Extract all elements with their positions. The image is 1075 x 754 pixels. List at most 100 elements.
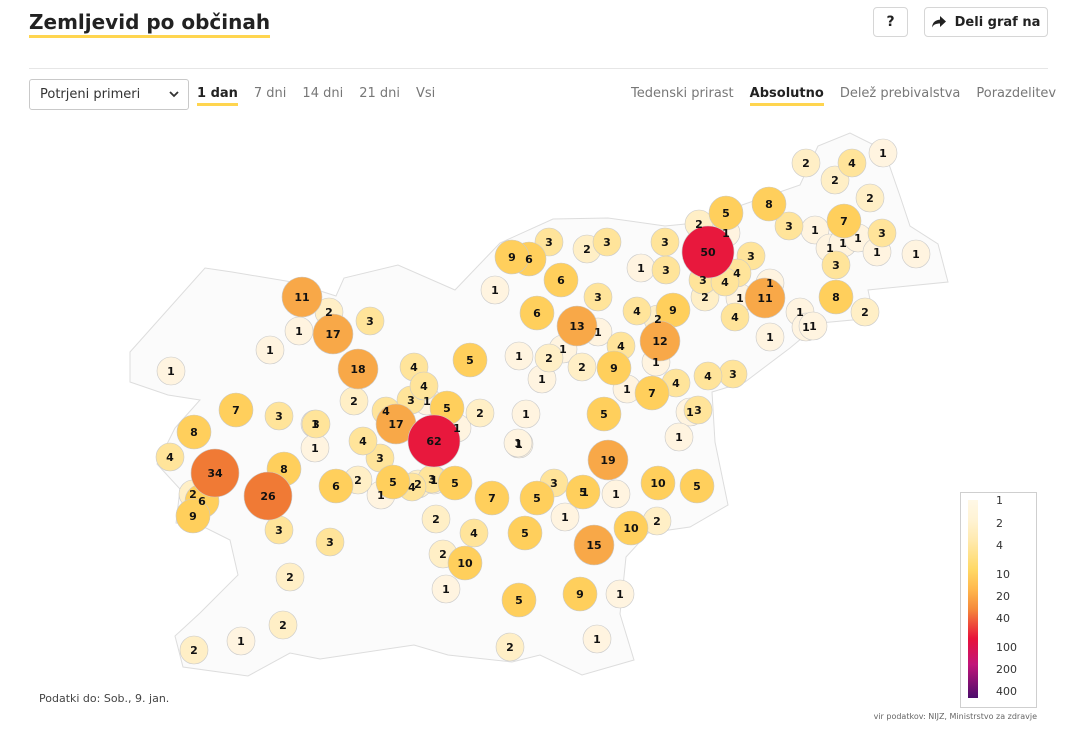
municipality-count-label: 2 xyxy=(476,407,484,420)
municipality-count-label: 1 xyxy=(616,588,624,601)
municipality-count-label: 5 xyxy=(521,527,529,540)
municipality-count-label: 7 xyxy=(840,215,848,228)
municipality-count-label: 5 xyxy=(722,207,730,220)
municipality-count-label: 1 xyxy=(873,246,881,259)
municipality-count-label: 8 xyxy=(765,198,773,211)
municipality-count-label: 5 xyxy=(451,477,459,490)
legend-tick: 40 xyxy=(996,612,1010,625)
municipality-count-label: 4 xyxy=(721,276,729,289)
municipality-count-label: 4 xyxy=(420,380,428,393)
municipality-count-label: 13 xyxy=(569,320,584,333)
municipality-count-label: 3 xyxy=(785,220,793,233)
municipality-count-label: 2 xyxy=(506,641,514,654)
municipality-count-label: 17 xyxy=(388,418,403,431)
municipality-count-label: 1 xyxy=(430,474,438,487)
municipality-count-label: 4 xyxy=(617,340,625,353)
municipality-count-label: 7 xyxy=(488,492,496,505)
municipality-count-label: 4 xyxy=(848,157,856,170)
municipality-count-label: 3 xyxy=(729,368,737,381)
municipality-count-label: 11 xyxy=(757,292,772,305)
municipality-count-label: 1 xyxy=(515,350,523,363)
municipality-count-label: 1 xyxy=(266,344,274,357)
municipality-count-label: 4 xyxy=(733,267,741,280)
municipality-count-label: 3 xyxy=(694,404,702,417)
municipality-count-label: 1 xyxy=(167,365,175,378)
slovenia-outline xyxy=(129,132,949,677)
legend-tick: 4 xyxy=(996,539,1003,552)
municipality-count-label: 4 xyxy=(704,370,712,383)
municipality-count-label: 2 xyxy=(286,571,294,584)
legend-tick: 200 xyxy=(996,663,1017,676)
legend-tick: 10 xyxy=(996,568,1010,581)
municipality-count-label: 5 xyxy=(466,354,474,367)
municipality-count-label: 34 xyxy=(207,467,223,480)
municipality-count-label: 3 xyxy=(594,291,602,304)
municipality-count-label: 2 xyxy=(350,395,358,408)
municipality-count-label: 5 xyxy=(533,492,541,505)
municipality-count-label: 8 xyxy=(832,291,840,304)
municipality-count-label: 4 xyxy=(470,527,478,540)
municipality-count-label: 2 xyxy=(701,291,709,304)
municipality-count-label: 3 xyxy=(550,477,558,490)
municipality-count-label: 19 xyxy=(600,454,615,467)
municipality-count-label: 1 xyxy=(561,511,569,524)
municipality-map[interactable]: 2 41221852173311 1 1393 3621 33501346 43113 111… xyxy=(0,0,1075,754)
municipality-count-label: 1 xyxy=(594,326,602,339)
municipality-count-label: 12 xyxy=(652,335,667,348)
municipality-count-label: 3 xyxy=(661,236,669,249)
municipality-count-label: 1 xyxy=(377,489,385,502)
municipality-count-label: 5 xyxy=(600,408,608,421)
municipality-count-label: 1 xyxy=(652,356,660,369)
municipality-count-label: 6 xyxy=(198,495,206,508)
municipality-count-label: 1 xyxy=(796,306,804,319)
municipality-count-label: 9 xyxy=(669,304,677,317)
municipality-count-label: 2 xyxy=(432,513,440,526)
municipality-count-label: 1 xyxy=(538,373,546,386)
municipality-count-label: 2 xyxy=(654,313,662,326)
municipality-count-label: 3 xyxy=(545,236,553,249)
municipality-count-label: 2 xyxy=(831,174,839,187)
legend-tick: 400 xyxy=(996,685,1017,698)
municipality-count-label: 1 xyxy=(423,395,431,408)
municipality-count-label: 1 xyxy=(879,147,887,160)
municipality-count-label: 7 xyxy=(648,387,656,400)
municipality-count-label: 4 xyxy=(633,305,641,318)
municipality-count-label: 7 xyxy=(232,404,240,417)
municipality-count-label: 2 xyxy=(439,548,447,561)
municipality-count-label: 1 xyxy=(686,406,694,419)
municipality-count-label: 1 xyxy=(559,343,567,356)
legend-color-scale xyxy=(968,500,978,698)
municipality-count-label: 2 xyxy=(695,218,703,231)
municipality-count-label: 10 xyxy=(623,522,639,535)
municipality-count-label: 3 xyxy=(376,452,384,465)
legend-tick: 1 xyxy=(996,494,1003,507)
municipality-count-label: 4 xyxy=(731,311,739,324)
municipality-count-label: 3 xyxy=(326,536,334,549)
municipality-count-label: 1 xyxy=(453,422,461,435)
municipality-count-label: 4 xyxy=(410,361,418,374)
municipality-count-label: 2 xyxy=(866,192,874,205)
municipality-count-label: 3 xyxy=(312,418,320,431)
municipality-count-label: 2 xyxy=(802,157,810,170)
municipality-count-label: 1 xyxy=(675,431,683,444)
municipality-count-label: 5 xyxy=(515,594,523,607)
municipality-count-label: 6 xyxy=(525,253,533,266)
municipality-count-label: 3 xyxy=(699,274,707,287)
municipality-count-label: 5 xyxy=(389,476,397,489)
municipality-count-label: 2 xyxy=(583,243,591,256)
color-legend: 1 2 4 10 20 40 100 200 400 xyxy=(960,492,1037,708)
municipality-count-label: 10 xyxy=(650,477,666,490)
municipality-count-label: 18 xyxy=(350,363,365,376)
municipality-count-label: 6 xyxy=(533,307,541,320)
municipality-count-label: 4 xyxy=(359,435,367,448)
municipality-count-label: 17 xyxy=(325,328,340,341)
municipality-count-label: 4 xyxy=(382,405,390,418)
municipality-count-label: 2 xyxy=(861,306,869,319)
municipality-count-label: 1 xyxy=(514,437,522,450)
municipality-count-label: 2 xyxy=(578,361,586,374)
municipality-count-label: 1 xyxy=(237,635,245,648)
municipality-count-label: 1 xyxy=(912,248,920,261)
data-source: vir podatkov: NIJZ, Ministrstvo za zdrav… xyxy=(873,712,1037,721)
municipality-count-label: 10 xyxy=(457,557,473,570)
municipality-count-label: 1 xyxy=(442,583,450,596)
